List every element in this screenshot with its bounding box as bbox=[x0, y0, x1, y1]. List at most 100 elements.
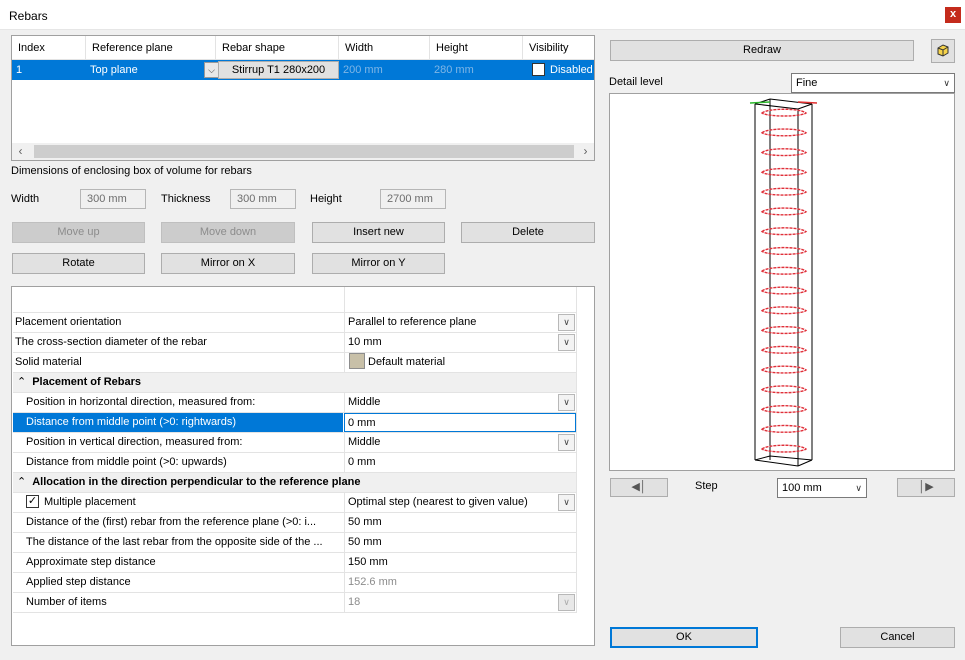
grid-header-index[interactable]: Index bbox=[12, 36, 86, 60]
rebar-shape-button[interactable]: Stirrup T1 280x200 bbox=[218, 61, 339, 79]
thickness-field: 300 mm bbox=[230, 189, 296, 209]
prop-approx-step[interactable]: Approximate step distance 150 mm bbox=[13, 553, 576, 573]
stirrup-rebar bbox=[760, 128, 808, 137]
chevron-down-icon[interactable]: ∨ bbox=[558, 314, 575, 331]
ok-button[interactable]: OK bbox=[610, 627, 758, 648]
multiple-placement-select[interactable]: Optimal step (nearest to given value) ∨ bbox=[344, 493, 576, 512]
step-select[interactable]: 100 mm ∨ bbox=[777, 478, 867, 498]
prop-solid-material[interactable]: Solid material Default material bbox=[13, 353, 576, 373]
chevron-down-icon[interactable]: ∨ bbox=[558, 434, 575, 451]
mirror-x-button[interactable]: Mirror on X bbox=[161, 253, 295, 274]
rotate-button[interactable]: Rotate bbox=[12, 253, 145, 274]
row-visibility[interactable]: Disabled bbox=[528, 60, 593, 80]
stirrup-rebar bbox=[760, 167, 808, 176]
scroll-left-icon[interactable]: ‹ bbox=[12, 143, 29, 160]
dimensions-heading: Dimensions of enclosing box of volume fo… bbox=[11, 165, 252, 177]
stirrup-rebar bbox=[760, 306, 808, 315]
chevron-down-icon[interactable]: ∨ bbox=[558, 494, 575, 511]
width-field: 300 mm bbox=[80, 189, 146, 209]
material-swatch[interactable] bbox=[349, 353, 365, 370]
category-placement[interactable]: ⌃ Placement of Rebars bbox=[13, 373, 576, 393]
stirrup-rebar bbox=[760, 325, 808, 335]
row-index: 1 bbox=[16, 64, 23, 76]
close-button[interactable]: x bbox=[945, 7, 961, 23]
grid-header-visibility[interactable]: Visibility bbox=[523, 36, 594, 60]
prop-multiple-placement[interactable]: ✓ Multiple placement Optimal step (neares… bbox=[13, 493, 576, 513]
grid-horizontal-scrollbar[interactable]: ‹ › bbox=[12, 143, 594, 160]
cube-icon[interactable] bbox=[931, 39, 955, 63]
cross-section-select[interactable]: 10 mm ∨ bbox=[344, 333, 576, 352]
stirrup-rebar bbox=[760, 405, 808, 414]
scroll-thumb[interactable] bbox=[34, 145, 574, 158]
prop-last-rebar-distance[interactable]: The distance of the last rebar from the … bbox=[13, 533, 576, 553]
origin-axes bbox=[749, 101, 818, 104]
approx-step-input[interactable]: 150 mm bbox=[344, 553, 576, 572]
prop-number-of-items: Number of items 18 ∨ bbox=[13, 593, 576, 613]
category-allocation[interactable]: ⌃ Allocation in the direction perpendicul… bbox=[13, 473, 576, 493]
first-rebar-distance-input[interactable]: 50 mm bbox=[344, 513, 576, 532]
redraw-button[interactable]: Redraw bbox=[610, 40, 914, 61]
prop-distance-middle-right[interactable]: Distance from middle point (>0: rightwar… bbox=[13, 413, 576, 433]
move-down-button[interactable]: Move down bbox=[161, 222, 295, 243]
delete-button[interactable]: Delete bbox=[461, 222, 595, 243]
stirrup-rebar bbox=[760, 148, 808, 157]
move-up-button[interactable]: Move up bbox=[12, 222, 145, 243]
grid-row[interactable]: 1 Top plane ⌵ Stirrup T1 280x200 200 mm … bbox=[12, 60, 594, 80]
chevron-down-icon: ∨ bbox=[855, 483, 862, 493]
prop-applied-step: Applied step distance 152.6 mm bbox=[13, 573, 576, 593]
mirror-y-button[interactable]: Mirror on Y bbox=[312, 253, 445, 274]
stirrup-rebar bbox=[760, 286, 808, 295]
row-width: 200 mm bbox=[343, 64, 383, 76]
rebar-preview[interactable] bbox=[609, 93, 955, 471]
next-arrow-icon[interactable]: │▶ bbox=[897, 478, 955, 497]
last-rebar-distance-input[interactable]: 50 mm bbox=[344, 533, 576, 552]
detail-level-select[interactable]: Fine ∨ bbox=[791, 73, 955, 93]
stirrup-rebar bbox=[760, 266, 808, 275]
step-label: Step bbox=[695, 480, 718, 492]
reference-plane-dropdown-icon[interactable]: ⌵ bbox=[204, 62, 219, 78]
multiple-placement-checkbox[interactable]: ✓ bbox=[26, 494, 39, 508]
distance-middle-right-input[interactable]: 0 mm bbox=[344, 413, 576, 432]
applied-step-value: 152.6 mm bbox=[344, 573, 576, 592]
grid-header-reference-plane[interactable]: Reference plane bbox=[86, 36, 216, 60]
visibility-checkbox[interactable] bbox=[532, 62, 545, 76]
scroll-right-icon[interactable]: › bbox=[577, 143, 594, 160]
prop-distance-middle-up[interactable]: Distance from middle point (>0: upwards)… bbox=[13, 453, 576, 473]
chevron-down-icon[interactable]: ∨ bbox=[558, 394, 575, 411]
position-horizontal-select[interactable]: Middle ∨ bbox=[344, 393, 576, 412]
visibility-label: Disabled bbox=[550, 64, 593, 76]
prop-placement-orientation[interactable]: Placement orientation Parallel to refere… bbox=[13, 313, 576, 333]
prop-position-vertical[interactable]: Position in vertical direction, measured… bbox=[13, 433, 576, 453]
solid-material-value[interactable]: Default material bbox=[344, 353, 576, 372]
property-grid-header bbox=[13, 287, 576, 313]
stirrup-rebar bbox=[760, 187, 808, 196]
position-vertical-select[interactable]: Middle ∨ bbox=[344, 433, 576, 452]
grid-header-height[interactable]: Height bbox=[430, 36, 523, 60]
stirrup-rebar bbox=[760, 207, 808, 216]
collapse-chevron-icon[interactable]: ⌃ bbox=[17, 476, 26, 488]
stirrup-rebar bbox=[760, 365, 808, 374]
collapse-chevron-icon[interactable]: ⌃ bbox=[17, 376, 26, 388]
detail-level-label: Detail level bbox=[609, 76, 663, 88]
placement-orientation-select[interactable]: Parallel to reference plane ∨ bbox=[344, 313, 576, 332]
distance-middle-up-input[interactable]: 0 mm bbox=[344, 453, 576, 472]
stirrup-rebar bbox=[760, 108, 808, 117]
row-reference-plane[interactable]: Top plane bbox=[86, 60, 138, 80]
cancel-button[interactable]: Cancel bbox=[840, 627, 955, 648]
grid-header-rebar-shape[interactable]: Rebar shape bbox=[216, 36, 339, 60]
stirrup-rebar bbox=[760, 345, 808, 354]
prev-arrow-icon[interactable]: ◀│ bbox=[610, 478, 668, 497]
insert-new-button[interactable]: Insert new bbox=[312, 222, 445, 243]
stirrup-rebar bbox=[760, 444, 808, 453]
chevron-down-icon: ∨ bbox=[943, 78, 950, 88]
rebar-grid: Index Reference plane Rebar shape Width … bbox=[11, 35, 595, 161]
height-field: 2700 mm bbox=[380, 189, 446, 209]
rebar-preview-canvas bbox=[749, 98, 818, 467]
property-grid: Placement orientation Parallel to refere… bbox=[11, 286, 595, 646]
chevron-down-icon[interactable]: ∨ bbox=[558, 334, 575, 351]
prop-first-rebar-distance[interactable]: Distance of the (first) rebar from the r… bbox=[13, 513, 576, 533]
prop-position-horizontal[interactable]: Position in horizontal direction, measur… bbox=[13, 393, 576, 413]
grid-header-width[interactable]: Width bbox=[339, 36, 430, 60]
stirrup-rebar bbox=[760, 424, 808, 433]
prop-cross-section[interactable]: The cross-section diameter of the rebar … bbox=[13, 333, 576, 353]
